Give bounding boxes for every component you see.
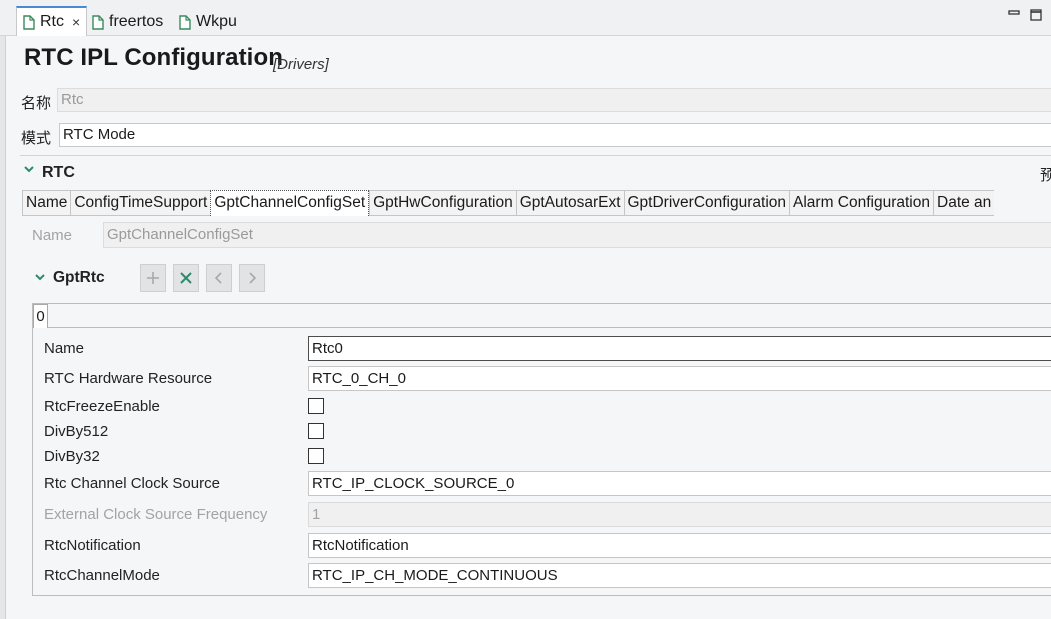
prop-clock-source-select[interactable]: RTC_IP_CLOCK_SOURCE_0 — [308, 471, 1051, 496]
editor-window: Rtc × freertos Wkpu RTC IPL Configuratio… — [0, 0, 1051, 619]
channel-set-name-label: Name — [32, 227, 73, 244]
maximize-icon[interactable] — [1029, 8, 1043, 22]
prop-hw-resource-label: RTC Hardware Resource — [44, 370, 213, 387]
document-icon — [92, 14, 104, 30]
editor-tab-freertos[interactable]: freertos — [92, 8, 163, 36]
chevron-down-icon[interactable] — [34, 271, 46, 286]
prop-freeze-label: RtcFreezeEnable — [44, 398, 160, 415]
remove-button[interactable] — [173, 264, 199, 292]
editor-tab-bar: Rtc × freertos Wkpu — [0, 0, 1051, 36]
editor-tab-label: Wkpu — [196, 13, 237, 30]
chevron-right-icon — [249, 272, 257, 284]
prop-name-field[interactable]: Rtc0 — [308, 336, 1051, 361]
tab-gpt-autosar-ext[interactable]: GptAutosarExt — [515, 190, 624, 216]
left-gutter — [0, 36, 6, 619]
prop-div512-label: DivBy512 — [44, 423, 109, 440]
prop-div32-label: DivBy32 — [44, 448, 100, 465]
tab-alarm-configuration[interactable]: Alarm Configuration — [789, 190, 933, 216]
prop-channel-mode-select[interactable]: RTC_IP_CH_MODE_CONTINUOUS — [308, 563, 1051, 588]
section-title[interactable]: RTC — [42, 164, 75, 182]
tab-config-time-support[interactable]: ConfigTimeSupport — [70, 190, 211, 216]
tab-gpt-driver-configuration[interactable]: GptDriverConfiguration — [623, 190, 790, 216]
section-right-text: 预 — [1040, 167, 1051, 184]
prop-ext-freq-field: 1 — [308, 502, 1051, 527]
tab-gpt-hw-configuration[interactable]: GptHwConfiguration — [369, 190, 516, 216]
chevron-down-icon[interactable] — [23, 163, 35, 178]
page-subtitle: [Drivers] — [273, 56, 329, 73]
section-divider — [20, 155, 1051, 156]
previous-button[interactable] — [206, 264, 232, 292]
prop-clock-source-label: Rtc Channel Clock Source — [44, 475, 220, 492]
mode-label: 模式 — [21, 130, 52, 147]
chevron-left-icon — [214, 272, 222, 284]
editor-tab-label: Rtc — [40, 13, 64, 30]
document-icon — [179, 14, 191, 30]
prop-ext-freq-label: External Clock Source Frequency — [44, 506, 268, 523]
index-tab-divider — [48, 327, 1051, 328]
property-tabs: Name ConfigTimeSupport GptChannelConfigS… — [22, 190, 995, 216]
prop-hw-resource-select[interactable]: RTC_0_CH_0 — [308, 366, 1051, 391]
tab-date-and[interactable]: Date an — [933, 190, 995, 216]
prop-div512-checkbox[interactable] — [308, 423, 324, 439]
editor-tab-label: freertos — [109, 13, 164, 30]
add-button[interactable] — [140, 264, 166, 292]
delete-icon — [180, 272, 192, 284]
page-title: RTC IPL Configuration — [24, 44, 283, 71]
index-tab-0[interactable]: 0 — [33, 304, 48, 328]
name-field: Rtc — [57, 88, 1051, 112]
prop-freeze-checkbox[interactable] — [308, 398, 324, 414]
tab-gpt-channel-config-set[interactable]: GptChannelConfigSet — [210, 190, 370, 216]
plus-icon — [147, 272, 159, 284]
next-button[interactable] — [239, 264, 265, 292]
document-icon — [23, 14, 35, 30]
channel-set-name-field: GptChannelConfigSet — [103, 222, 1051, 248]
prop-notification-label: RtcNotification — [44, 537, 141, 554]
tab-name[interactable]: Name — [22, 190, 71, 216]
prop-channel-mode-label: RtcChannelMode — [44, 567, 160, 584]
prop-notification-field[interactable]: RtcNotification — [308, 533, 1051, 558]
editor-tab-rtc[interactable]: Rtc × — [16, 6, 88, 36]
mode-field[interactable]: RTC Mode — [59, 123, 1051, 147]
minimize-icon[interactable] — [1007, 8, 1021, 22]
subsection-title[interactable]: GptRtc — [53, 269, 105, 287]
prop-name-label: Name — [44, 340, 85, 357]
editor-tab-wkpu[interactable]: Wkpu — [179, 8, 237, 36]
prop-div32-checkbox[interactable] — [308, 448, 324, 464]
close-icon[interactable]: × — [72, 14, 80, 30]
name-label: 名称 — [21, 95, 52, 112]
